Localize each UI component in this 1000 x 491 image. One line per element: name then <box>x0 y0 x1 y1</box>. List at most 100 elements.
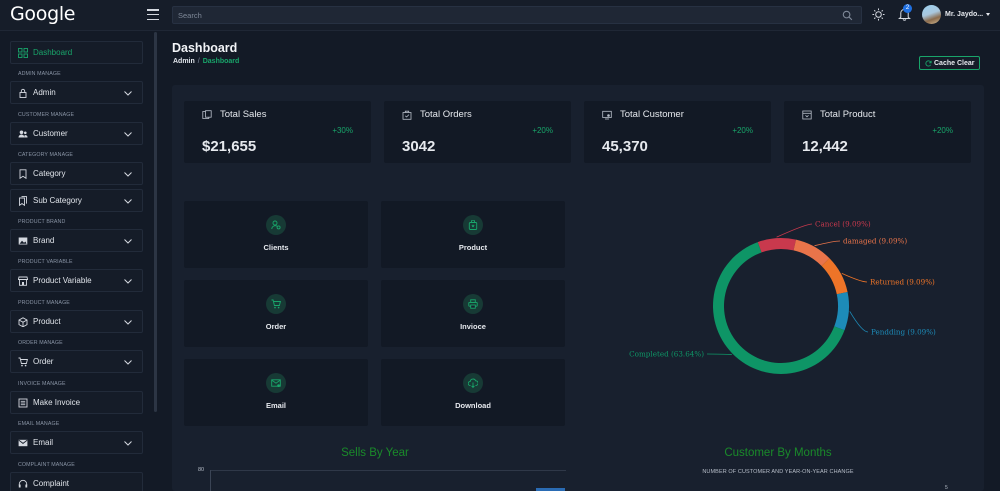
donut-slice[interactable] <box>834 292 849 331</box>
section-label-complaint: COMPLAINT MANAGE <box>18 462 75 468</box>
orders-icon <box>402 110 412 120</box>
cache-clear-label: Cache Clear <box>934 59 975 67</box>
product-bag-icon-wrap <box>463 215 483 235</box>
top-bar: Google 2 Mr. Jaydo... <box>0 0 1000 31</box>
chevron-down-icon <box>124 91 132 96</box>
donut-slice-label: Returned (9.09%) <box>870 278 935 287</box>
stat-card-total-product: Total Product +20% 12,442 <box>784 101 971 163</box>
sidebar-scrollbar[interactable] <box>154 32 157 412</box>
store-icon <box>18 276 28 286</box>
bookmarks-icon <box>19 196 27 206</box>
chevron-down-icon <box>124 132 132 137</box>
donut-label-leader <box>776 223 813 238</box>
sidebar-item-label: Dashboard <box>33 48 73 57</box>
search-bar[interactable] <box>172 6 862 24</box>
breadcrumb: Admin / Dashboard <box>173 58 239 65</box>
quick-action-product[interactable]: Product <box>381 201 565 268</box>
y-axis-tick-label: 80 <box>198 467 205 473</box>
donut-slice[interactable] <box>821 258 848 295</box>
chevron-down-icon <box>124 441 132 446</box>
users-icon <box>18 130 28 138</box>
sidebar-item-order[interactable]: Order <box>10 350 143 373</box>
theme-toggle-sun-icon[interactable] <box>872 8 885 21</box>
section-label-variable: PRODUCT VARIABLE <box>18 259 73 265</box>
section-label-order: ORDER MANAGE <box>18 340 63 346</box>
stat-card-total-customer: Total Customer +20% 45,370 <box>584 101 771 163</box>
quick-action-order[interactable]: Order <box>184 280 368 347</box>
stat-card-total-sales: Total Sales +30% $21,655 <box>184 101 371 163</box>
sidebar-item-label: Order <box>33 357 54 366</box>
sales-icon <box>202 110 212 119</box>
headset-icon <box>18 479 28 488</box>
cart-icon <box>271 299 281 309</box>
logo[interactable]: Google <box>10 3 76 25</box>
cache-clear-button[interactable]: Cache Clear <box>919 56 980 70</box>
download-icon-wrap <box>463 373 483 393</box>
sidebar-item-label: Make Invoice <box>33 398 81 407</box>
notification-badge: 2 <box>903 4 912 13</box>
chart-y-axis <box>210 470 211 491</box>
stat-change: +20% <box>732 126 753 135</box>
sidebar-item-admin[interactable]: Admin <box>10 81 143 104</box>
dashboard-grid-icon <box>18 48 28 58</box>
section-label-invoice: INVOICE MANAGE <box>18 381 66 387</box>
refresh-icon <box>925 60 932 67</box>
donut-slice-label: Pendding (9.09%) <box>871 328 936 337</box>
search-input[interactable] <box>178 9 838 22</box>
stat-value: 3042 <box>402 138 436 155</box>
download-icon <box>468 378 478 388</box>
sidebar-item-customer[interactable]: Customer <box>10 122 143 145</box>
quick-action-email[interactable]: Email <box>184 359 368 426</box>
stat-change: +20% <box>532 126 553 135</box>
search-icon[interactable] <box>842 10 853 21</box>
sidebar-item-sub-category[interactable]: Sub Category <box>10 189 143 212</box>
cart-icon <box>18 357 28 367</box>
quick-action-clients[interactable]: Clients <box>184 201 368 268</box>
stat-title: Total Orders <box>420 109 472 120</box>
avatar[interactable] <box>922 5 941 24</box>
breadcrumb-root[interactable]: Admin <box>173 58 195 65</box>
sidebar-item-label: Product <box>33 317 61 326</box>
donut-slice[interactable] <box>757 238 796 253</box>
stat-value: 45,370 <box>602 138 648 155</box>
section-label-admin: ADMIN MANAGE <box>18 71 61 77</box>
stat-title: Total Customer <box>620 109 684 120</box>
section-label-category: CATEGORY MANAGE <box>18 152 74 158</box>
hamburger-menu-icon[interactable] <box>147 9 159 21</box>
sidebar-item-label: Sub Category <box>33 196 82 205</box>
donut-slice-label: damaged (9.09%) <box>843 237 907 246</box>
printer-icon <box>468 299 478 309</box>
sidebar-item-label: Brand <box>33 236 55 245</box>
donut-label-leader <box>849 311 869 333</box>
sidebar-item-label: Category <box>33 169 66 178</box>
sidebar-item-brand[interactable]: Brand <box>10 229 143 252</box>
user-name[interactable]: Mr. Jaydo... <box>945 11 983 18</box>
sidebar-item-product-variable[interactable]: Product Variable <box>10 269 143 292</box>
sidebar-item-email[interactable]: Email <box>10 431 143 454</box>
page-title: Dashboard <box>172 41 238 55</box>
y-axis-tick-label: 5 <box>945 485 948 491</box>
bookmark-icon <box>19 169 27 179</box>
donut-label-leader <box>814 240 841 247</box>
chevron-down-icon <box>124 279 132 284</box>
customer-icon <box>602 110 612 120</box>
sidebar-item-make-invoice[interactable]: Make Invoice <box>10 391 143 414</box>
sidebar-item-complaint[interactable]: Complaint <box>10 472 143 491</box>
clients-icon-wrap <box>266 215 286 235</box>
envelope-icon <box>18 439 28 447</box>
email-icon <box>271 379 281 387</box>
breadcrumb-current: Dashboard <box>202 58 240 65</box>
email-icon-wrap <box>266 373 286 393</box>
invoice-icon <box>18 398 28 408</box>
quick-action-label: Download <box>455 401 491 410</box>
quick-action-download[interactable]: Download <box>381 359 565 426</box>
stat-card-total-orders: Total Orders +20% 3042 <box>384 101 571 163</box>
user-menu-caret-icon[interactable] <box>986 13 990 16</box>
sidebar-item-category[interactable]: Category <box>10 162 143 185</box>
quick-action-label: Invioce <box>460 322 486 331</box>
sidebar-item-product[interactable]: Product <box>10 310 143 333</box>
section-label-brand: PRODUCT BRAND <box>18 219 66 225</box>
stat-title: Total Product <box>820 109 876 120</box>
sidebar-item-dashboard[interactable]: Dashboard <box>10 41 143 64</box>
quick-action-invoice[interactable]: Invioce <box>381 280 565 347</box>
